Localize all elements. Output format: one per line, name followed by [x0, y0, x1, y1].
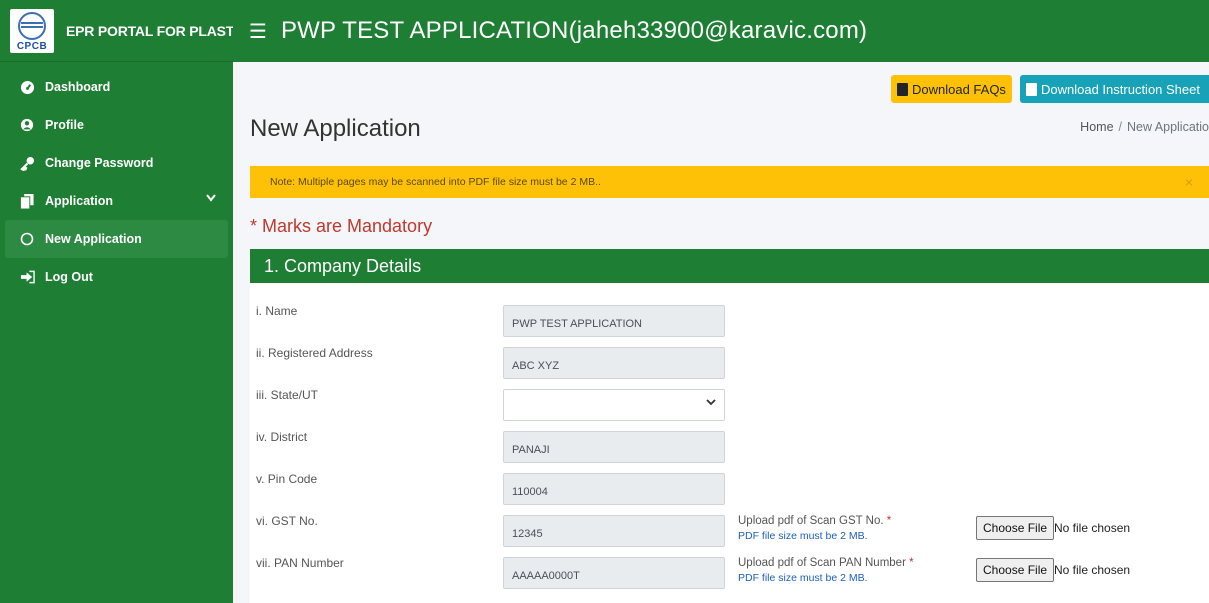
sidebar-item-dashboard[interactable]: Dashboard [5, 68, 228, 106]
mandatory-note: * Marks are Mandatory [250, 216, 433, 236]
close-icon[interactable]: × [1185, 174, 1193, 190]
pan-file-status: No file chosen [1054, 563, 1131, 577]
cpcb-logo: CPCB [10, 8, 54, 53]
pan-choose-file-button[interactable]: Choose File [976, 558, 1055, 582]
download-faqs-button[interactable]: Download FAQs [891, 75, 1012, 103]
page-title: New Application [250, 115, 421, 142]
address-label: ii. Registered Address [256, 346, 373, 360]
copy-icon [19, 193, 35, 209]
breadcrumb: Home / New Applicatio [1080, 120, 1209, 134]
state-select[interactable] [503, 389, 725, 421]
warning-alert: Note: Multiple pages may be scanned into… [250, 166, 1209, 198]
sidebar-item-profile[interactable]: Profile [5, 106, 228, 144]
sidebar-item-label: Log Out [45, 270, 93, 284]
form-row-state: iii. State/UT [250, 388, 1209, 430]
form-row-pin: v. Pin Code 110004 [250, 472, 1209, 514]
required-mark: * [909, 557, 914, 569]
brand-title: EPR PORTAL FOR PLASTIC [66, 22, 248, 39]
section-title: 1. Company Details [264, 255, 422, 276]
form-row-gst: vi. GST No. 12345 Upload pdf of Scan GST… [250, 514, 1209, 556]
download-instruction-sheet-label: Download Instruction Sheet [1041, 81, 1200, 97]
pdf-icon [1026, 82, 1037, 96]
breadcrumb-separator: / [1118, 120, 1122, 134]
gst-field[interactable]: 12345 [503, 515, 725, 547]
chevron-down-icon [706, 398, 716, 409]
pan-field[interactable]: AAAAA0000T [503, 557, 725, 589]
gst-upload-text: Upload pdf of Scan GST No. [738, 515, 884, 527]
district-field[interactable]: PANAJI [503, 431, 725, 463]
topbar: ☰ PWP TEST APPLICATION(jaheh33900@karavi… [233, 0, 1209, 62]
gst-file-status: No file chosen [1054, 521, 1131, 535]
dashboard-icon [19, 79, 35, 95]
pin-label: v. Pin Code [256, 472, 318, 486]
required-mark: * [886, 515, 892, 527]
breadcrumb-home[interactable]: Home [1080, 120, 1113, 134]
sidebar-item-label: Dashboard [45, 80, 111, 94]
main-content: Download FAQs Download Instruction Sheet… [233, 62, 1209, 603]
gst-label: vi. GST No. [256, 514, 318, 528]
pdf-icon [897, 82, 908, 96]
sidebar-item-label: Profile [45, 118, 84, 132]
logout-icon [19, 269, 35, 285]
sidebar-item-change-password[interactable]: Change Password [5, 144, 228, 182]
company-details-form: i. Name PWP TEST APPLICATION ii. Registe… [250, 283, 1209, 603]
download-faqs-label: Download FAQs [912, 81, 1006, 97]
menu-toggle-icon[interactable]: ☰ [249, 19, 267, 44]
gst-upload-note: PDF file size must be 2 MB. [738, 530, 868, 542]
alert-text: Note: Multiple pages may be scanned into… [270, 176, 601, 188]
form-row-district: iv. District PANAJI [250, 430, 1209, 472]
sidebar-item-new-application[interactable]: New Application [5, 220, 228, 258]
section-header: 1. Company Details [250, 249, 1209, 283]
pan-upload-note: PDF file size must be 2 MB. [738, 572, 868, 584]
pan-upload-text: Upload pdf of Scan PAN Number [738, 557, 906, 569]
sidebar-item-label: Application [45, 194, 114, 208]
logo-text: CPCB [16, 40, 48, 52]
sidebar: CPCB EPR PORTAL FOR PLASTIC Dashboard Pr… [0, 0, 248, 603]
name-field[interactable]: PWP TEST APPLICATION [503, 305, 725, 337]
name-label: i. Name [256, 304, 298, 318]
key-icon [19, 155, 35, 171]
gst-choose-file-button[interactable]: Choose File [976, 516, 1055, 540]
circle-icon [19, 231, 35, 247]
download-instruction-sheet-button[interactable]: Download Instruction Sheet [1020, 75, 1209, 103]
breadcrumb-current: New Applicatio [1127, 120, 1209, 134]
address-field[interactable]: ABC XYZ [503, 347, 725, 379]
sidebar-item-label: Change Password [45, 156, 154, 170]
chevron-down-icon [206, 193, 216, 205]
pin-field[interactable]: 110004 [503, 473, 725, 505]
pan-label: vii. PAN Number [256, 556, 344, 570]
sidebar-item-application[interactable]: Application [5, 182, 228, 220]
district-label: iv. District [256, 430, 308, 444]
pan-upload-label: Upload pdf of Scan PAN Number * PDF file… [738, 556, 914, 586]
application-title: PWP TEST APPLICATION(jaheh33900@karavic.… [280, 17, 868, 44]
user-icon [19, 117, 35, 133]
brand[interactable]: CPCB EPR PORTAL FOR PLASTIC [0, 0, 248, 62]
sidebar-item-logout[interactable]: Log Out [5, 258, 228, 296]
form-row-address: ii. Registered Address ABC XYZ [250, 346, 1209, 388]
gst-upload-label: Upload pdf of Scan GST No. * PDF file si… [738, 514, 891, 544]
form-row-pan: vii. PAN Number AAAAA0000T Upload pdf of… [250, 556, 1209, 598]
state-label: iii. State/UT [256, 388, 319, 402]
form-row-name: i. Name PWP TEST APPLICATION [250, 304, 1209, 346]
sidebar-item-label: New Application [45, 232, 142, 246]
sidebar-nav: Dashboard Profile Change Password Applic… [0, 62, 233, 296]
